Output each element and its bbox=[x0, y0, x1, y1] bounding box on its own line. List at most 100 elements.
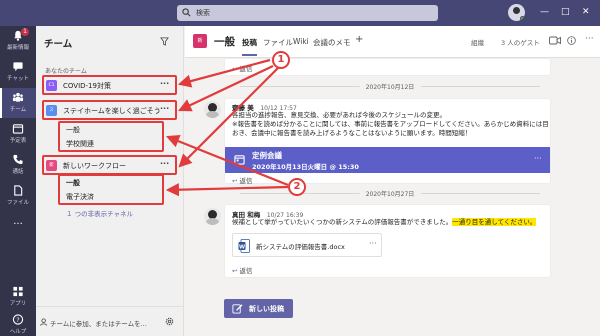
presence-dot bbox=[520, 16, 525, 21]
meeting-datetime: 2020年10月13日火曜日 @ 15:30 bbox=[252, 163, 359, 171]
info-icon[interactable] bbox=[567, 36, 576, 45]
file-name: 新システムの評価報告書.docx bbox=[256, 243, 345, 251]
rail-item-apps[interactable]: アプリ bbox=[0, 282, 36, 312]
word-document-icon: W bbox=[238, 239, 250, 253]
rail-label: アプリ bbox=[9, 301, 27, 307]
tab-posts[interactable]: 投稿 bbox=[242, 37, 257, 56]
app-bar: 1 最新情報 チャット チーム 予定表 通話 ファイル ... アプリ ? ヘル… bbox=[0, 26, 36, 336]
compose-icon bbox=[232, 304, 243, 314]
rail-item-chat[interactable]: チャット bbox=[0, 57, 36, 87]
teams-panel: チーム あなたのチーム C1 COVID-19対策 ··· ス ステイホームを楽… bbox=[36, 26, 184, 336]
user-avatar[interactable] bbox=[508, 4, 525, 21]
avatar[interactable] bbox=[204, 101, 221, 118]
message-area: ↩ 返信 2020年10月12日 齋藤 美 10/12 17:57 各担当の進捗… bbox=[185, 59, 600, 336]
chat-icon bbox=[13, 62, 23, 72]
date-separator: 2020年10月12日 bbox=[240, 82, 540, 91]
join-team-bar[interactable]: チームに参加、またはチームを... bbox=[36, 306, 183, 336]
annotation-box bbox=[58, 174, 164, 205]
rail-label: ヘルプ bbox=[9, 329, 27, 335]
date-label: 2020年10月12日 bbox=[359, 82, 421, 91]
minimize-button[interactable]: — bbox=[540, 6, 549, 18]
reply-button[interactable]: ↩ 返信 bbox=[232, 63, 253, 73]
date-label: 2020年10月27日 bbox=[359, 189, 421, 198]
meeting-title: 定例会議 bbox=[252, 151, 282, 160]
tab-wiki[interactable]: Wiki bbox=[293, 37, 309, 46]
svg-text:W: W bbox=[239, 245, 245, 251]
phone-icon bbox=[13, 154, 23, 165]
help-icon: ? bbox=[12, 314, 24, 325]
channel-tile: 新 bbox=[193, 34, 207, 48]
more-options-icon[interactable]: ··· bbox=[585, 34, 594, 44]
tab-files[interactable]: ファイル bbox=[263, 37, 293, 48]
avatar[interactable] bbox=[204, 208, 221, 225]
reply-button[interactable]: ↩ 返信 bbox=[232, 265, 253, 275]
message-line: 各担当の進捗報告、意見交換、必要があれば今後のスケジュールの変更。 bbox=[232, 111, 447, 119]
apps-icon bbox=[13, 286, 23, 297]
message-card: 真田 和梅 10/27 16:39 候補として挙がっていたいくつかの新システムの… bbox=[225, 205, 550, 277]
message-body: 候補として挙がっていたいくつかの新システムの評価報告書ができました。一通り目を通… bbox=[232, 218, 537, 227]
add-tab-button[interactable]: + bbox=[355, 34, 363, 45]
rail-label: チャット bbox=[7, 76, 29, 82]
reply-label: 返信 bbox=[239, 267, 253, 275]
reply-arrow-icon: ↩ bbox=[232, 267, 238, 275]
search-input[interactable]: 検索 bbox=[177, 5, 438, 21]
rail-item-files[interactable]: ファイル bbox=[0, 181, 36, 211]
more-icon: ... bbox=[13, 216, 23, 227]
calendar-icon bbox=[234, 155, 245, 165]
rail-label: 通話 bbox=[12, 169, 24, 175]
rail-item-calendar[interactable]: 予定表 bbox=[0, 119, 36, 149]
reply-label: 返信 bbox=[239, 65, 253, 73]
rail-item-teams[interactable]: チーム bbox=[0, 88, 36, 118]
search-icon bbox=[182, 8, 191, 17]
file-icon bbox=[14, 185, 23, 196]
reply-arrow-icon: ↩ bbox=[232, 65, 238, 73]
new-post-button[interactable]: 新しい投稿 bbox=[224, 299, 293, 318]
filter-icon[interactable] bbox=[160, 37, 169, 46]
svg-text:?: ? bbox=[16, 316, 19, 324]
tab-meeting-notes[interactable]: 会議のメモ bbox=[313, 37, 351, 48]
rail-item-more[interactable]: ... bbox=[0, 212, 36, 234]
rail-item-calls[interactable]: 通話 bbox=[0, 150, 36, 180]
reply-button[interactable]: ↩ 返信 bbox=[232, 175, 253, 185]
annotation-box bbox=[58, 121, 164, 152]
message-line: ※報告書を読めば分かることに関しては、事前に報告書をアップロードしてください。あ… bbox=[232, 120, 548, 128]
new-post-label: 新しい投稿 bbox=[249, 305, 284, 313]
rail-item-help[interactable]: ? ヘルプ bbox=[0, 310, 36, 336]
video-icon[interactable] bbox=[549, 36, 561, 45]
callout-badge: 2 bbox=[288, 178, 306, 196]
message-text: 候補として挙がっていたいくつかの新システムの評価報告書ができました。 bbox=[232, 218, 453, 226]
gear-icon[interactable] bbox=[165, 317, 174, 326]
annotation-box bbox=[42, 75, 177, 95]
maximize-button[interactable]: □ bbox=[561, 6, 570, 18]
section-label: あなたのチーム bbox=[45, 68, 87, 75]
search-placeholder: 検索 bbox=[196, 9, 210, 17]
rail-label: チーム bbox=[9, 107, 27, 113]
channel-name: 一般 bbox=[214, 36, 235, 48]
teams-icon bbox=[12, 92, 24, 102]
file-attachment[interactable]: W 新システムの評価報告書.docx ··· bbox=[232, 233, 382, 257]
rail-label: 予定表 bbox=[9, 138, 27, 144]
more-options-icon[interactable]: ··· bbox=[369, 239, 377, 248]
message-line: おき、会議中に報告書を読み上げるようなことはないように願います。時間短縮！ bbox=[232, 129, 472, 137]
message-card: 齋藤 美 10/12 17:57 各担当の進捗報告、意見交換、必要があれば今後の… bbox=[225, 99, 550, 185]
date-separator: 2020年10月27日 bbox=[240, 189, 540, 198]
org-label[interactable]: 組織 bbox=[471, 37, 484, 47]
more-options-icon[interactable]: ··· bbox=[534, 154, 542, 163]
message-body: 各担当の進捗報告、意見交換、必要があれば今後のスケジュールの変更。 ※報告書を読… bbox=[232, 111, 548, 138]
notification-badge: 1 bbox=[21, 28, 29, 36]
annotation-box bbox=[42, 155, 177, 175]
calendar-icon bbox=[12, 124, 24, 134]
hidden-channels-link[interactable]: １ つの非表示チャネル bbox=[66, 208, 133, 218]
rail-item-activity[interactable]: 1 最新情報 bbox=[0, 26, 36, 56]
guests-label[interactable]: 3 人のゲスト bbox=[501, 37, 540, 47]
meeting-card[interactable]: 定例会議 2020年10月13日火曜日 @ 15:30 ··· bbox=[225, 147, 550, 173]
highlighted-text: 一通り目を通してください。 bbox=[452, 218, 537, 226]
join-team-text: チームに参加、またはチームを... bbox=[50, 320, 147, 328]
annotation-box bbox=[42, 100, 177, 120]
channel-header: 新 一般 投稿 ファイル Wiki 会議のメモ + 組織 3 人のゲスト ··· bbox=[185, 26, 600, 58]
add-people-icon bbox=[40, 318, 48, 326]
callout-badge: 1 bbox=[272, 51, 290, 69]
close-button[interactable]: ✕ bbox=[582, 6, 590, 18]
rail-label: 最新情報 bbox=[6, 45, 29, 51]
reply-arrow-icon: ↩ bbox=[232, 177, 238, 185]
